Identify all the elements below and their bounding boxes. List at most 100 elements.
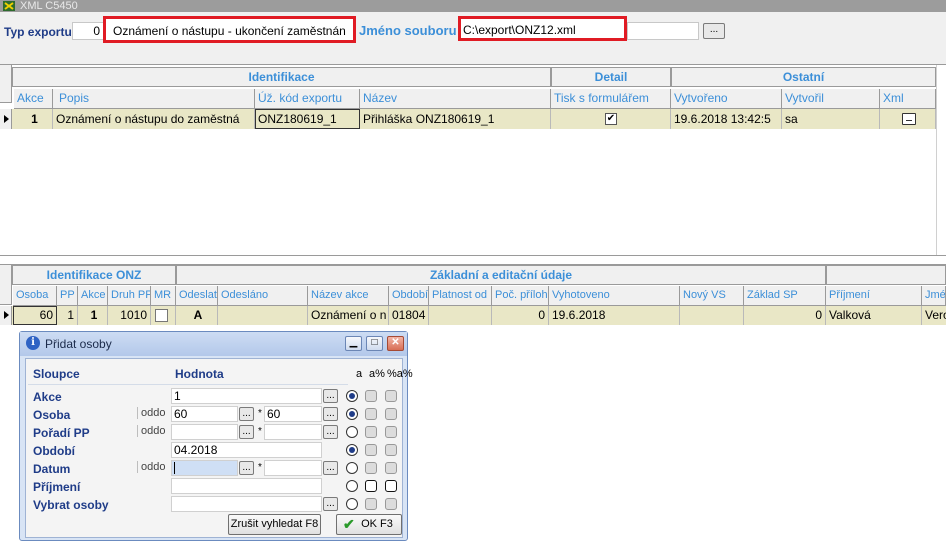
cell-obdobi[interactable]: 01804 [389, 306, 429, 325]
cell-odeslat[interactable]: A [176, 306, 218, 325]
cell-prijmeni[interactable]: Valková [826, 306, 922, 325]
cell-nazev-akce[interactable]: Oznámení o n [308, 306, 389, 325]
datum-to-lookup-button[interactable]: ... [323, 461, 338, 475]
prijmeni-flag-pct-a-pct[interactable] [385, 480, 397, 492]
akce-input[interactable]: 1 [171, 388, 322, 404]
cell-mr[interactable] [151, 306, 176, 325]
poradi-pp-flag-a-pct[interactable] [365, 426, 377, 438]
column-header-kod-exportu[interactable]: Úž. kód exportu [255, 89, 360, 109]
column-header-akce[interactable]: Akce [78, 286, 108, 306]
column-header-xml[interactable]: Xml [880, 89, 936, 109]
vybrat-osoby-flag-a-pct[interactable] [365, 498, 377, 510]
column-header-novy-vs[interactable]: Nový VS [680, 286, 744, 306]
cell-odeslano[interactable] [218, 306, 308, 325]
datum-flag-a[interactable] [346, 462, 358, 474]
akce-flag-a[interactable] [346, 390, 358, 402]
vybrat-osoby-flag-a[interactable] [346, 498, 358, 510]
column-header-druh-pp[interactable]: Druh PP [108, 286, 151, 306]
tisk-checkbox[interactable]: ✔ [605, 113, 617, 125]
osoba-from-lookup-button[interactable]: ... [239, 407, 254, 421]
osoba-flag-a[interactable] [346, 408, 358, 420]
jmeno-souboru-field-extension[interactable] [627, 22, 699, 40]
poradi-pp-flag-pct-a-pct[interactable] [385, 426, 397, 438]
cell-kod-exportu[interactable]: ONZ180619_1 [255, 109, 360, 129]
maximize-button[interactable]: □ [366, 336, 383, 351]
table-row[interactable]: 1 Oznámení o nástupu do zaměstná ONZ1806… [0, 109, 946, 129]
column-header-akce[interactable]: Akce [14, 89, 53, 109]
cell-vyhotoveno[interactable]: 19.6.2018 [549, 306, 680, 325]
vybrat-osoby-flag-pct-a-pct[interactable] [385, 498, 397, 510]
cell-jmeno[interactable]: Vero [922, 306, 946, 325]
xml-file-icon[interactable] [902, 113, 916, 125]
vybrat-osoby-input[interactable] [171, 496, 322, 512]
datum-to-input[interactable] [264, 460, 322, 476]
column-header-obdobi[interactable]: Období [389, 286, 429, 306]
cell-pp[interactable]: 1 [57, 306, 78, 325]
minimize-button[interactable]: ▁ [345, 336, 362, 351]
table-row[interactable]: 60 1 1 1010 A Oznámení o n 01804 0 19.6.… [0, 306, 946, 325]
cell-popis[interactable]: Oznámení o nástupu do zaměstná [53, 109, 255, 129]
close-button[interactable]: ✕ [387, 336, 404, 351]
jmeno-souboru-field[interactable]: C:\export\ONZ12.xml [458, 16, 627, 41]
cell-akce[interactable]: 1 [14, 109, 53, 129]
column-header-nazev-akce[interactable]: Název akce [308, 286, 389, 306]
column-header-vytvoreno[interactable]: Vytvořeno [671, 89, 782, 109]
cell-platnost-od[interactable] [429, 306, 492, 325]
dialog-titlebar[interactable]: i Přidat osoby ▁ □ ✕ [20, 332, 407, 356]
osoba-flag-pct-a-pct[interactable] [385, 408, 397, 420]
cell-vytvoreno[interactable]: 19.6.2018 13:42:5 [671, 109, 782, 129]
column-header-mr[interactable]: MR [151, 286, 176, 306]
akce-flag-pct-a-pct[interactable] [385, 390, 397, 402]
poradi-pp-lookup-button[interactable]: ... [239, 425, 254, 439]
poradi-pp-flag-a[interactable] [346, 426, 358, 438]
column-header-odeslat[interactable]: Odeslat [176, 286, 218, 306]
cell-poc-priloh[interactable]: 0 [492, 306, 549, 325]
prijmeni-flag-a-pct[interactable] [365, 480, 377, 492]
prijmeni-input[interactable] [171, 478, 322, 494]
column-header-vyhotoveno[interactable]: Vyhotoveno [549, 286, 680, 306]
datum-from-lookup-button[interactable]: ... [239, 461, 254, 475]
datum-flag-pct-a-pct[interactable] [385, 462, 397, 474]
osoba-to-lookup-button[interactable]: ... [323, 407, 338, 421]
cell-nazev[interactable]: Přihláška ONZ180619_1 [360, 109, 551, 129]
cell-zaklad-sp[interactable]: 0 [744, 306, 826, 325]
prijmeni-flag-a[interactable] [346, 480, 358, 492]
browse-file-button[interactable]: ... [703, 23, 725, 39]
cell-novy-vs[interactable] [680, 306, 744, 325]
osoba-flag-a-pct[interactable] [365, 408, 377, 420]
typ-exportu-code-field[interactable]: 0 [72, 22, 104, 40]
datum-flag-a-pct[interactable] [365, 462, 377, 474]
column-header-jmeno[interactable]: Jmé [922, 286, 946, 306]
cell-druh-pp[interactable]: 1010 [108, 306, 151, 325]
poradi-pp-to-input[interactable] [264, 424, 322, 440]
akce-flag-a-pct[interactable] [365, 390, 377, 402]
ok-button[interactable]: ✔ OK F3 [336, 514, 402, 535]
osoba-to-input[interactable]: 60 [264, 406, 322, 422]
poradi-pp-from-input[interactable] [171, 424, 238, 440]
column-header-nazev[interactable]: Název [360, 89, 551, 109]
column-header-osoba[interactable]: Osoba [13, 286, 57, 306]
column-header-popis[interactable]: Popis [53, 89, 255, 109]
column-header-prijmeni[interactable]: Příjmení [826, 286, 922, 306]
column-header-zaklad-sp[interactable]: Základ SP [744, 286, 826, 306]
datum-from-input[interactable] [171, 460, 238, 476]
cell-vytvoril[interactable]: sa [782, 109, 880, 129]
osoba-from-input[interactable]: 60 [171, 406, 238, 422]
poradi-pp-to-lookup-button[interactable]: ... [323, 425, 338, 439]
obdobi-flag-a[interactable] [346, 444, 358, 456]
column-header-odeslano[interactable]: Odesláno [218, 286, 308, 306]
cell-akce[interactable]: 1 [78, 306, 108, 325]
column-header-poc-priloh[interactable]: Poč. příloh [492, 286, 549, 306]
cell-tisk[interactable]: ✔ [551, 109, 671, 129]
akce-lookup-button[interactable]: ... [323, 389, 338, 403]
obdobi-input[interactable]: 04.2018 [171, 442, 322, 458]
cell-xml[interactable] [880, 109, 936, 129]
vybrat-osoby-lookup-button[interactable]: ... [323, 497, 338, 511]
column-header-tisk[interactable]: Tisk s formulářem [551, 89, 671, 109]
obdobi-flag-pct-a-pct[interactable] [385, 444, 397, 456]
column-header-pp[interactable]: PP [57, 286, 78, 306]
column-header-platnost-od[interactable]: Platnost od [429, 286, 492, 306]
mr-checkbox[interactable] [155, 309, 168, 322]
cell-osoba[interactable]: 60 [13, 306, 57, 325]
column-header-vytvoril[interactable]: Vytvořil [782, 89, 880, 109]
